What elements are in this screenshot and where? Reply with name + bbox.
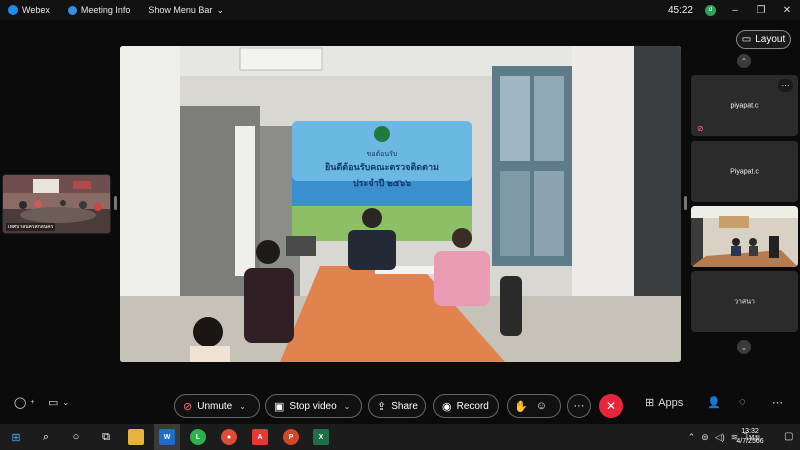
network-icon[interactable]: ⊜ xyxy=(701,432,709,443)
task-view-icon[interactable]: ⧉ xyxy=(98,429,114,445)
raise-hand-icon[interactable]: ✋ xyxy=(514,400,528,413)
apps-icon: ⊞ xyxy=(645,397,655,409)
meeting-info-label: Meeting Info xyxy=(80,5,131,15)
participant-video xyxy=(691,206,798,267)
more-options-icon[interactable]: ··· xyxy=(778,79,793,92)
windows-taskbar: ⊞ ⌕ ○ ⧉ W L ● A P X ⌃ ⊜ ◁) ≋ ไทย 13:32 4… xyxy=(0,424,800,450)
scroll-down-button[interactable]: ⌄ xyxy=(737,340,751,354)
apps-label: Apps xyxy=(658,396,684,409)
record-label: Record xyxy=(456,400,489,412)
participants-icon: 👤 xyxy=(707,397,721,409)
chevron-up-icon[interactable]: ⌃ xyxy=(688,432,696,443)
left-resize-handle[interactable] xyxy=(114,196,117,210)
participant-tile[interactable]: piyapat.c ··· ⊘ xyxy=(691,75,798,136)
meeting-timer: 45:22 xyxy=(667,4,693,16)
participant-tile[interactable]: วาสนา xyxy=(691,271,798,332)
show-menu-bar-button[interactable]: Show Menu Bar ⌄ xyxy=(148,5,224,16)
stop-video-label: Stop video xyxy=(289,400,337,412)
connection-icon[interactable]: ◯ + xyxy=(14,396,34,409)
chevron-up-icon: ⌃ xyxy=(740,56,748,66)
chat-button[interactable]: ◌ xyxy=(739,396,746,408)
banner-line1: ขอต้อนรับ xyxy=(367,150,398,158)
minimize-icon[interactable]: – xyxy=(728,5,742,16)
windows-start-icon[interactable]: ⊞ xyxy=(8,429,24,445)
info-icon xyxy=(67,5,77,15)
end-call-button[interactable]: ✕ xyxy=(599,394,623,418)
mic-muted-icon: ⊘ xyxy=(183,400,193,413)
self-view-label: เทศบาลนครสกลนคร xyxy=(6,223,56,231)
right-resize-handle[interactable] xyxy=(684,196,687,210)
layout-icon: ▭ xyxy=(741,34,752,45)
unmute-button[interactable]: ⊘ Unmute ⌄ xyxy=(174,394,260,418)
taskbar-date: 4/7/2566 xyxy=(736,438,764,445)
more-options-button[interactable]: ··· xyxy=(567,394,591,418)
app-name: Webex xyxy=(22,5,50,15)
banner-line2: ยินดีต้อนรับคณะตรวจติดตาม xyxy=(324,162,439,172)
notification-icon[interactable]: ▢ xyxy=(784,431,793,442)
participant-name: piyapat.c xyxy=(730,102,759,109)
speaker-icon[interactable]: ◁) xyxy=(715,432,725,443)
scroll-up-button[interactable]: ⌃ xyxy=(737,54,751,68)
chevron-down-icon: ⌄ xyxy=(343,401,351,411)
webex-window: Webex Meeting Info Show Menu Bar ⌄ 45:22… xyxy=(0,0,800,424)
pdf-icon[interactable]: A xyxy=(252,429,268,445)
share-icon: ⇪ xyxy=(377,400,387,413)
close-icon: ✕ xyxy=(605,399,617,413)
share-label: Share xyxy=(391,400,418,412)
layout-label: Layout xyxy=(755,34,786,45)
mic-muted-icon: ⊘ xyxy=(697,124,704,133)
line-icon[interactable]: L xyxy=(190,429,206,445)
captions-icon: ▭ xyxy=(48,397,59,409)
cortana-icon[interactable]: ○ xyxy=(68,429,84,445)
more-icon: ⋯ xyxy=(772,397,783,409)
main-video[interactable]: ขอต้อนรับ ยินดีต้อนรับคณะตรวจติดตาม ประจ… xyxy=(120,46,681,362)
powerpoint-icon[interactable]: P xyxy=(283,429,299,445)
reactions-group: ✋ ☺ xyxy=(507,394,561,418)
meeting-controls: ◯ + ▭ ⌄ ⊘ Unmute ⌄ ▣ Stop video ⌄ ⇪ Share… xyxy=(0,390,800,424)
share-button[interactable]: ⇪ Share xyxy=(368,394,426,418)
show-menu-bar-label: Show Menu Bar xyxy=(148,5,213,15)
stop-video-button[interactable]: ▣ Stop video ⌄ xyxy=(265,394,362,418)
more-panels-button[interactable]: ⋯ xyxy=(772,396,783,409)
taskbar-time: 13:32 xyxy=(741,428,759,435)
layout-button[interactable]: ▭ Layout xyxy=(736,30,791,49)
unmute-label: Unmute xyxy=(197,400,233,412)
camera-icon: ▣ xyxy=(274,400,285,413)
chrome-icon[interactable]: ● xyxy=(221,429,237,445)
restore-icon[interactable]: ❐ xyxy=(754,5,768,16)
emoji-icon[interactable]: ☺ xyxy=(536,400,547,412)
title-bar: Webex Meeting Info Show Menu Bar ⌄ 45:22… xyxy=(0,0,800,20)
participant-tile[interactable]: Piyapat.c xyxy=(691,141,798,202)
captions-button[interactable]: ▭ ⌄ xyxy=(48,396,69,409)
chat-icon: ◌ xyxy=(739,396,746,408)
webex-logo-icon xyxy=(8,5,18,15)
participant-tile-video[interactable] xyxy=(691,206,798,267)
record-button[interactable]: ◉ Record xyxy=(433,394,499,418)
app-menu[interactable]: Webex xyxy=(8,5,50,15)
banner-line3: ประจำปี ๒๕๖๖ xyxy=(353,178,411,188)
taskbar-clock[interactable]: 13:32 4/7/2566 xyxy=(730,427,770,447)
participants-button[interactable]: 👤 xyxy=(707,396,721,409)
chevron-down-icon: ⌄ xyxy=(239,401,246,411)
chevron-down-icon: ⌄ xyxy=(740,342,748,352)
webex-taskbar-icon[interactable]: W xyxy=(159,429,175,445)
more-icon: ··· xyxy=(573,400,585,412)
participant-name: วาสนา xyxy=(734,298,755,305)
file-explorer-icon[interactable] xyxy=(128,429,144,445)
excel-icon[interactable]: X xyxy=(313,429,329,445)
search-icon[interactable]: ⌕ xyxy=(38,429,54,445)
chevron-down-icon: ⌄ xyxy=(62,398,70,407)
chevron-down-icon: ⌄ xyxy=(216,4,224,15)
self-view-thumbnail[interactable]: เทศบาลนครสกลนคร xyxy=(2,174,111,234)
apps-button[interactable]: ⊞ Apps xyxy=(645,396,684,410)
meeting-info-button[interactable]: Meeting Info xyxy=(67,5,131,15)
avatar[interactable]: d xyxy=(705,4,716,16)
record-icon: ◉ xyxy=(442,400,452,413)
meeting-room-video: ขอต้อนรับ ยินดีต้อนรับคณะตรวจติดตาม ประจ… xyxy=(120,46,681,362)
close-icon[interactable]: ✕ xyxy=(780,5,794,16)
participant-name: Piyapat.c xyxy=(730,168,759,175)
